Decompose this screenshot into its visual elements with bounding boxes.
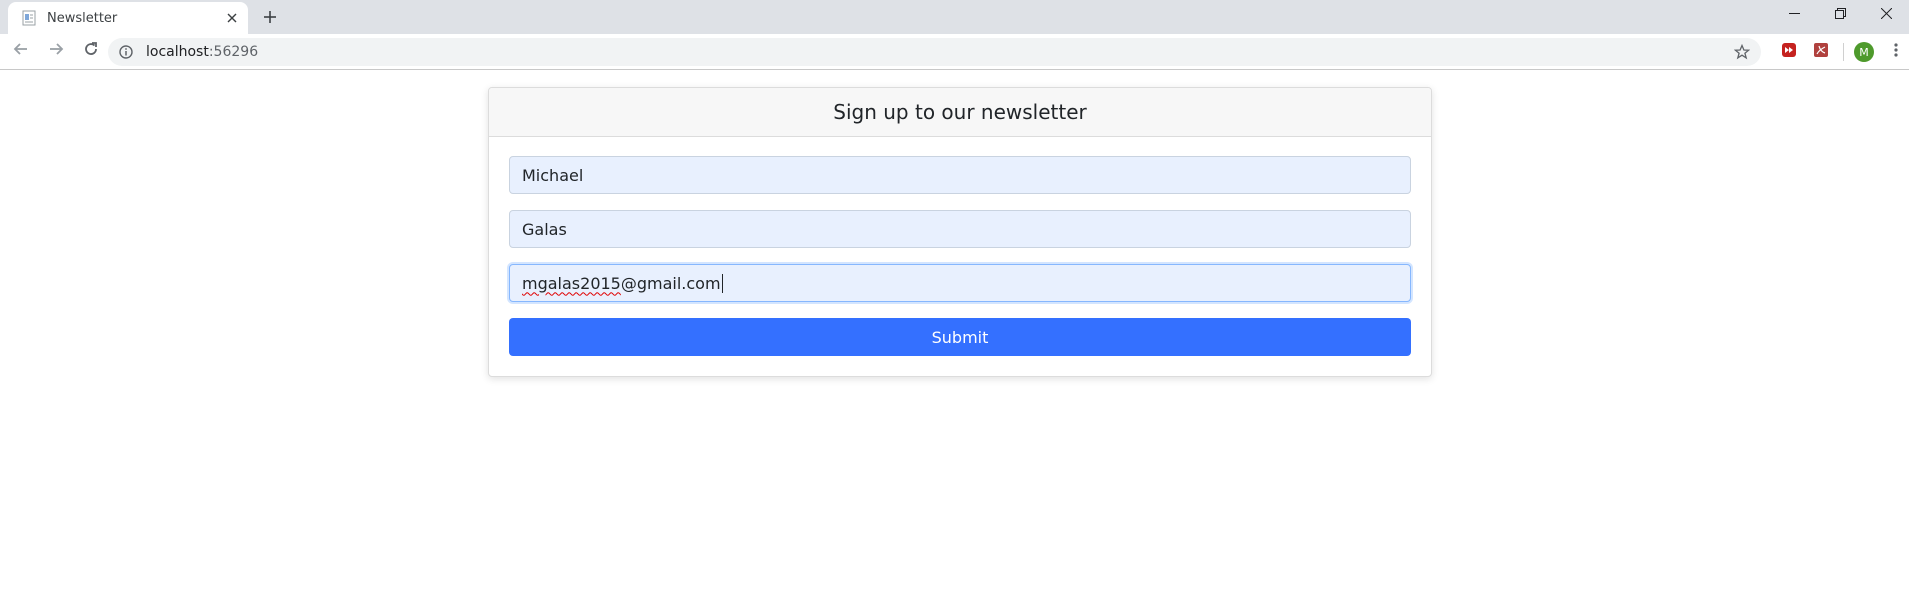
window-close-button[interactable] [1863, 0, 1909, 30]
submit-button[interactable]: Submit [509, 318, 1411, 356]
browser-toolbar: localhost:56296 M [0, 34, 1909, 70]
address-bar[interactable]: localhost:56296 [108, 38, 1761, 66]
page-title: Sign up to our newsletter [833, 100, 1087, 124]
email-user-part: mgalas2015 [522, 273, 621, 293]
browser-menu-button[interactable] [1882, 38, 1909, 66]
toolbar-separator [1843, 43, 1844, 61]
address-url: localhost:56296 [146, 44, 258, 60]
page-content: Sign up to our newsletter Michael Galas … [0, 71, 1909, 608]
extensions-area: M [1775, 38, 1909, 66]
kebab-menu-icon [1894, 42, 1898, 63]
email-value: mgalas2015@gmail.com [522, 274, 721, 293]
back-button[interactable] [7, 38, 35, 66]
pdf-extension-button[interactable] [1807, 38, 1835, 66]
reload-icon [83, 41, 99, 62]
card-body: Michael Galas mgalas2015@gmail.com Submi… [489, 137, 1431, 356]
browser-window: Newsletter localhost:56296 M Sign up to … [0, 0, 1909, 608]
minimize-button[interactable] [1771, 0, 1817, 30]
last-name-value: Galas [522, 219, 567, 239]
star-icon[interactable] [1733, 43, 1751, 61]
media-extension-button[interactable] [1775, 38, 1803, 66]
email-domain-part: @gmail.com [620, 273, 721, 293]
address-host: localhost [146, 44, 209, 60]
new-tab-button[interactable] [258, 7, 282, 31]
restore-button[interactable] [1817, 0, 1863, 30]
reload-button[interactable] [77, 38, 105, 66]
text-caret [721, 273, 723, 293]
address-port: :56296 [208, 44, 259, 60]
last-name-input[interactable]: Galas [509, 210, 1411, 248]
pdf-extension-icon [1813, 42, 1829, 63]
newsletter-card: Sign up to our newsletter Michael Galas … [488, 87, 1432, 377]
media-extension-icon [1781, 42, 1797, 63]
tab-newsletter[interactable]: Newsletter [8, 2, 248, 34]
tab-strip: Newsletter [0, 0, 1909, 34]
document-icon [21, 10, 37, 26]
plus-icon [263, 10, 277, 29]
restore-icon [1834, 6, 1846, 24]
back-arrow-icon [13, 41, 29, 62]
minimize-icon [1788, 6, 1800, 24]
forward-arrow-icon [48, 41, 64, 62]
window-close-icon [1880, 6, 1892, 24]
window-controls [1771, 0, 1909, 30]
forward-button[interactable] [42, 38, 70, 66]
tab-title: Newsletter [47, 10, 118, 26]
first-name-value: Michael [522, 165, 584, 185]
close-icon[interactable] [224, 10, 240, 26]
card-header: Sign up to our newsletter [489, 88, 1431, 137]
info-icon[interactable] [118, 44, 134, 60]
first-name-input[interactable]: Michael [509, 156, 1411, 194]
email-input[interactable]: mgalas2015@gmail.com [509, 264, 1411, 302]
profile-button[interactable]: M [1850, 38, 1878, 66]
avatar: M [1854, 42, 1874, 62]
